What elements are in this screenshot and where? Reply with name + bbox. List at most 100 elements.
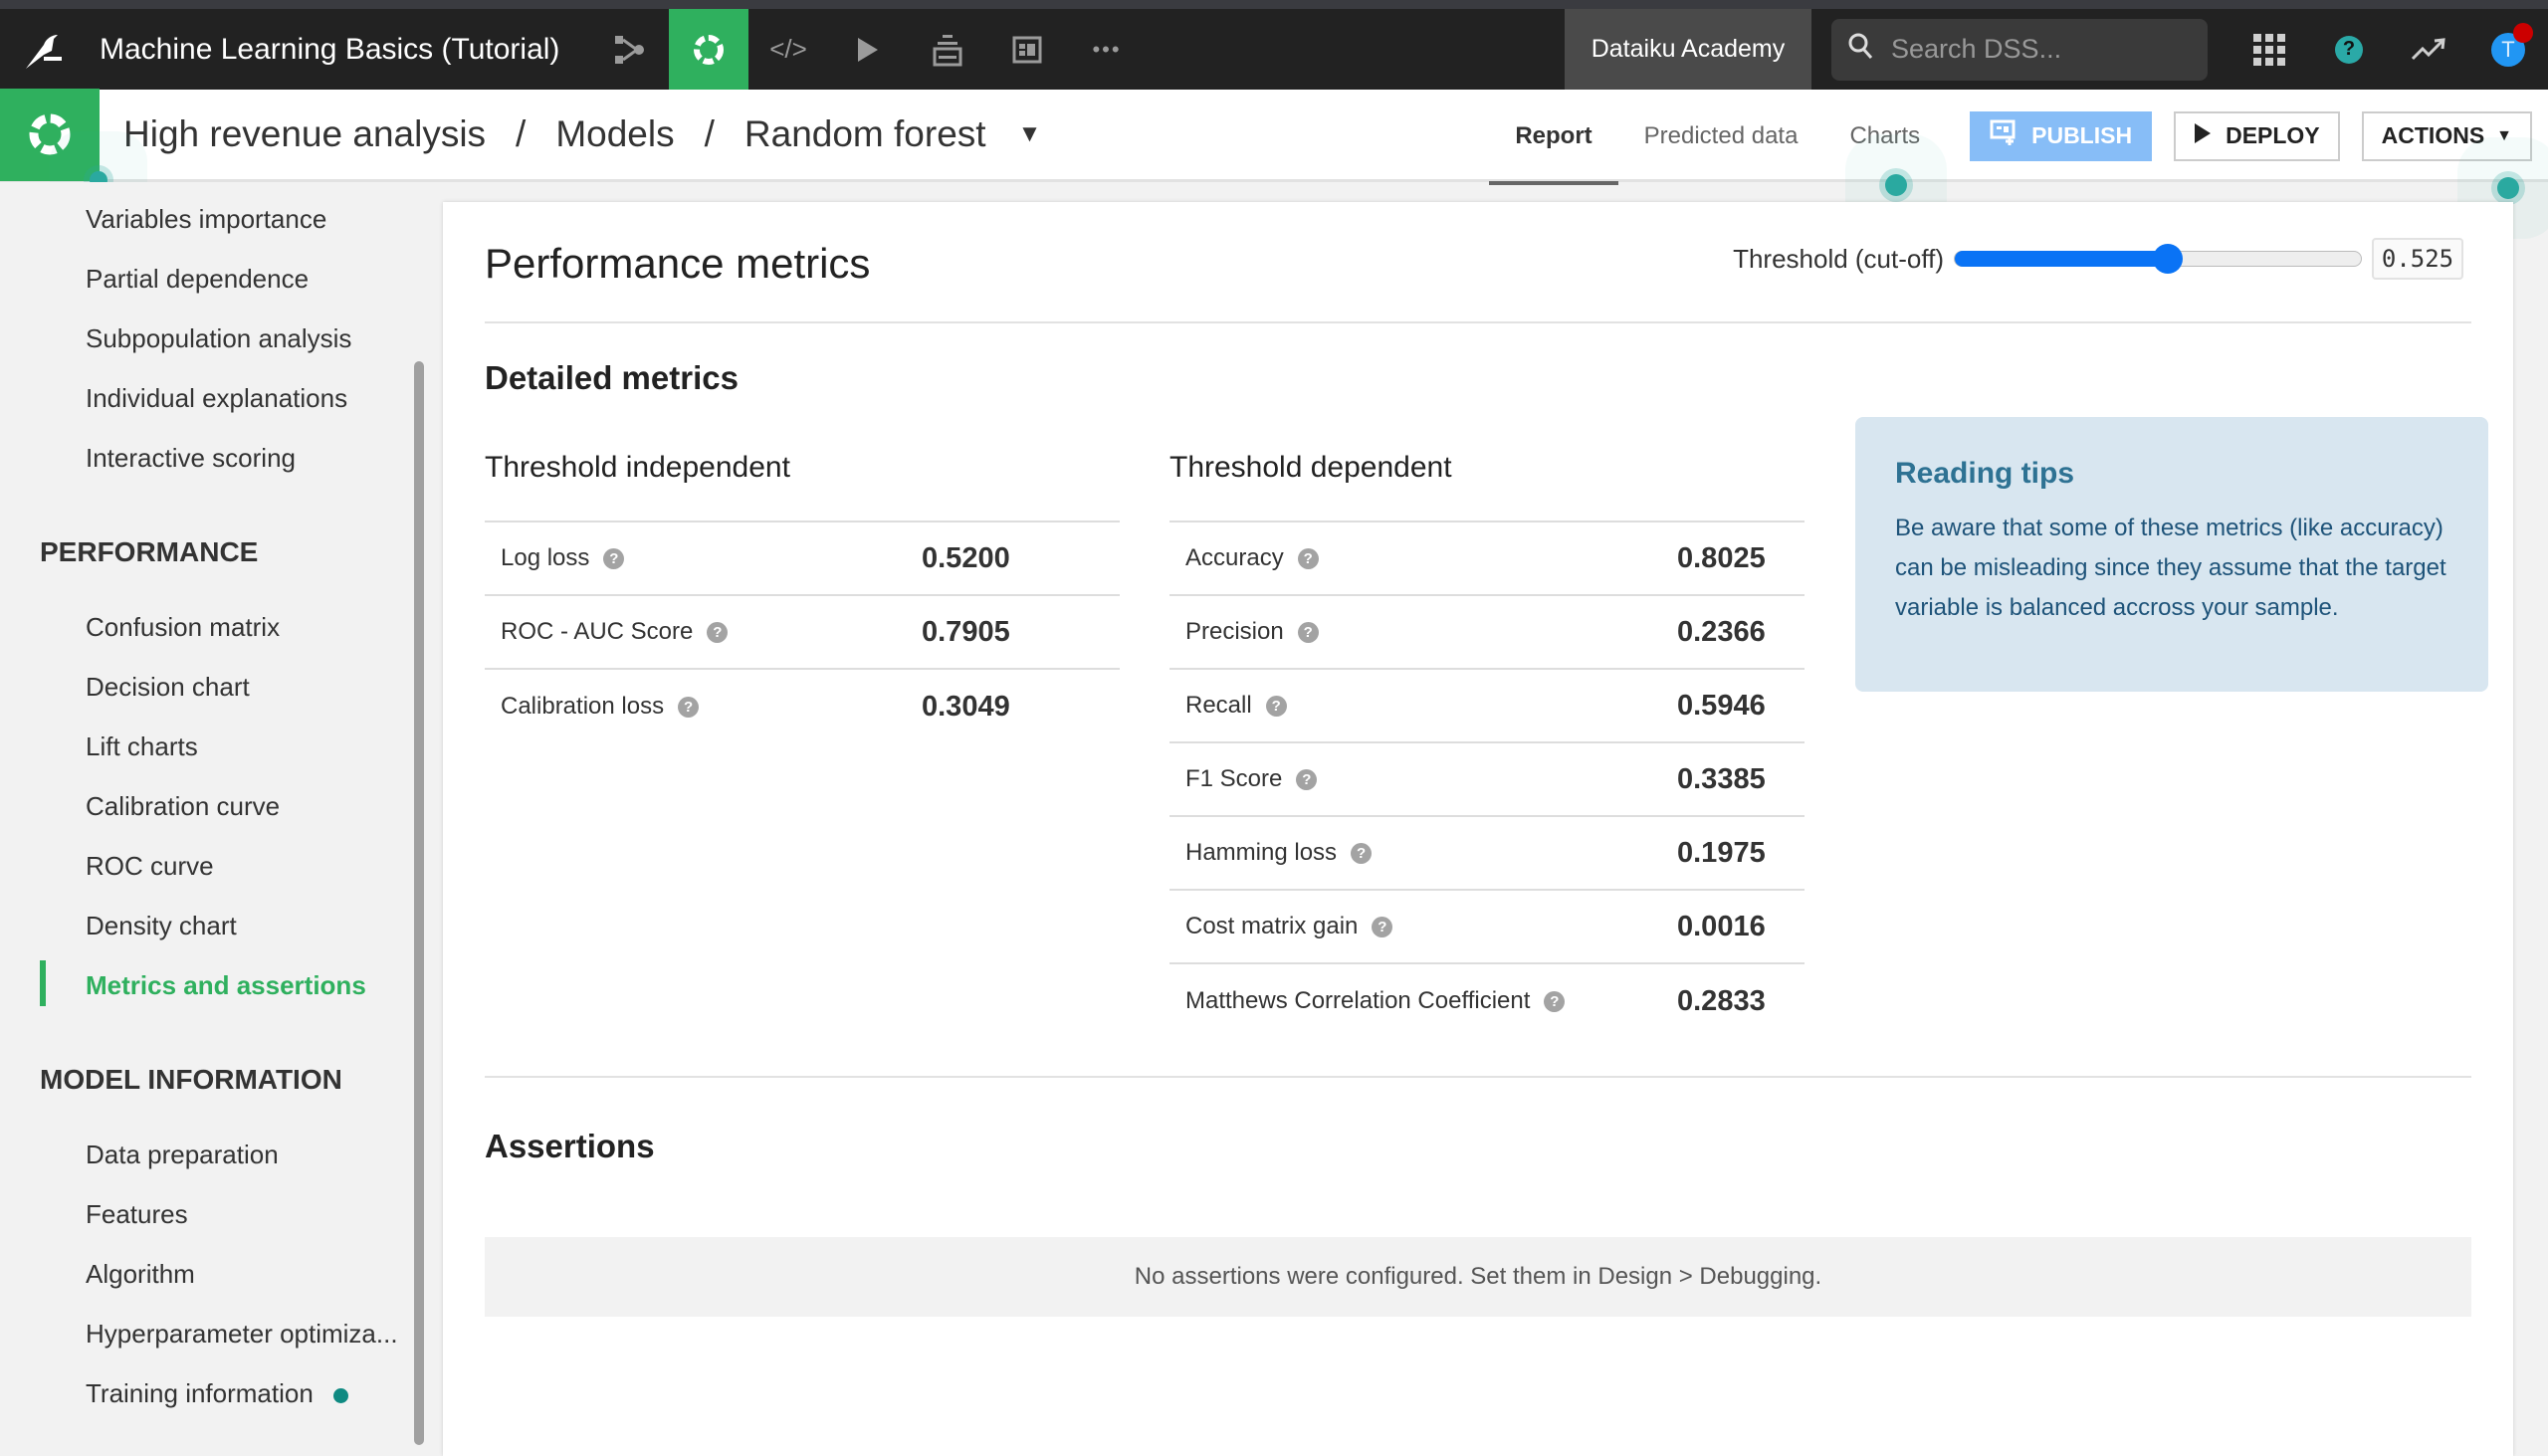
detailed-metrics-heading: Detailed metrics [485,359,739,396]
help-icon[interactable]: ? [1297,547,1319,569]
metric-value: 0.3049 [922,690,1010,723]
sidebar-item-subpopulation-analysis[interactable]: Subpopulation analysis [86,323,351,354]
actions-label: ACTIONS [2381,122,2485,148]
page-title: Performance metrics [485,240,871,287]
help-icon[interactable]: ? [1296,768,1318,790]
tour-beacon[interactable] [1885,174,1907,196]
assertions-heading: Assertions [485,1128,655,1164]
tab-charts[interactable]: Charts [1823,90,1946,182]
sidebar-item-decision-chart[interactable]: Decision chart [86,672,250,703]
table-row: ROC - AUC Score? 0.7905 [485,596,1120,670]
sidebar-header-model-information: MODEL INFORMATION [40,1064,342,1095]
status-dot-icon [332,1387,348,1403]
sidebar-item-roc-curve[interactable]: ROC curve [86,851,214,882]
help-icon[interactable]: ? [1351,842,1373,864]
metric-value: 0.5200 [922,541,1010,574]
table-row: Calibration loss? 0.3049 [485,670,1120,743]
sidebar-item-individual-explanations[interactable]: Individual explanations [86,383,347,414]
threshold-slider[interactable] [1954,244,2362,274]
deploy-label: DEPLOY [2226,122,2320,148]
tab-predicted-data[interactable]: Predicted data [1618,90,1824,182]
more-icon[interactable]: ••• [1067,9,1147,90]
help-icon[interactable]: ? [707,621,729,643]
breadcrumb-separator: / [704,113,715,154]
sidebar-item-partial-dependence[interactable]: Partial dependence [86,264,309,295]
apps-grid-icon[interactable] [2230,9,2309,90]
sidebar-item-calibration-curve[interactable]: Calibration curve [86,791,280,822]
help-icon[interactable]: ? [678,696,700,718]
metric-label: F1 Score [1185,765,1283,792]
breadcrumb-models[interactable]: Models [555,113,674,155]
metric-label: Precision [1185,618,1284,645]
ml-icon[interactable] [669,9,748,90]
help-icon[interactable]: ? [1265,695,1287,717]
metric-label: Recall [1185,692,1252,719]
help-icon[interactable]: ? [1372,916,1393,937]
search-box[interactable] [1831,18,2208,81]
threshold-slider-handle[interactable] [2153,244,2184,274]
metric-label: Cost matrix gain [1185,913,1359,939]
sidebar-item-confusion-matrix[interactable]: Confusion matrix [86,612,280,643]
metric-label: ROC - AUC Score [501,618,694,645]
tour-beacon[interactable] [2497,177,2519,199]
sidebar-item-metrics-and-assertions[interactable]: Metrics and assertions [86,970,366,1001]
table-row: Precision? 0.2366 [1169,596,1805,670]
sidebar-scrollbar[interactable] [414,361,424,1445]
publish-button[interactable]: PUBLISH [1970,110,2153,161]
trend-icon[interactable] [2389,9,2468,90]
help-icon[interactable]: ? [1297,621,1319,643]
user-avatar[interactable]: T [2468,9,2548,90]
code-icon[interactable]: </> [748,9,828,90]
assertions-empty-message: No assertions were configured. Set them … [485,1237,2471,1317]
model-dropdown-caret-icon[interactable]: ▼ [1018,120,1042,148]
window-chrome [0,0,2548,9]
publish-icon [1990,119,2017,153]
breadcrumb-separator: / [516,113,527,154]
model-header: High revenue analysis / Models / Random … [0,88,2548,185]
flow-icon[interactable] [589,9,669,90]
sidebar-item-variables-importance[interactable]: Variables importance [86,204,326,235]
sidebar-header-performance: PERFORMANCE [40,536,259,567]
table-row: Matthews Correlation Coefficient? 0.2833 [1169,964,1805,1038]
metric-value: 0.2366 [1677,615,1766,648]
help-icon[interactable]: ? [2309,9,2389,90]
dataiku-logo-icon[interactable] [0,9,86,90]
breadcrumb-analysis[interactable]: High revenue analysis [123,113,486,155]
tab-report[interactable]: Report [1489,90,1619,185]
table-row: Log loss? 0.5200 [485,522,1120,596]
help-icon[interactable]: ? [603,547,625,569]
search-icon [1847,32,1891,67]
table-row: F1 Score? 0.3385 [1169,743,1805,817]
training-information-label: Training information [86,1378,314,1408]
sidebar-item-algorithm[interactable]: Algorithm [86,1259,195,1290]
sidebar-item-data-preparation[interactable]: Data preparation [86,1140,279,1170]
threshold-dependent-heading: Threshold dependent [1169,451,1452,484]
metric-label: Hamming loss [1185,839,1338,866]
notification-dot [2513,22,2533,43]
academy-link[interactable]: Dataiku Academy [1565,9,1811,90]
help-icon[interactable]: ? [1544,990,1566,1012]
sidebar-item-features[interactable]: Features [86,1199,188,1230]
actions-button[interactable]: ACTIONS ▼ [2361,110,2532,161]
avatar-letter: T [2501,36,2515,62]
metric-label: Calibration loss [501,693,665,720]
sidebar-item-density-chart[interactable]: Density chart [86,911,237,941]
threshold-control: Threshold (cut-off) 0.525 [1733,238,2463,280]
project-title[interactable]: Machine Learning Basics (Tutorial) [100,33,589,67]
threshold-value-input[interactable]: 0.525 [2372,238,2463,280]
sidebar-item-training-information[interactable]: Training information [86,1378,348,1409]
dashboard-icon[interactable] [987,9,1067,90]
divider [485,321,2471,323]
sidebar-item-interactive-scoring[interactable]: Interactive scoring [86,443,296,474]
metric-label: Accuracy [1185,544,1284,571]
stack-icon[interactable] [908,9,987,90]
sidebar-item-hyperparameter-optimization[interactable]: Hyperparameter optimiza... [86,1319,398,1350]
run-icon[interactable] [828,9,908,90]
reading-tips-body: Be aware that some of these metrics (lik… [1895,515,2446,621]
breadcrumb-model[interactable]: Random forest [744,113,986,155]
reading-tips-title: Reading tips [1895,457,2075,490]
sidebar-item-lift-charts[interactable]: Lift charts [86,731,198,762]
deploy-button[interactable]: DEPLOY [2174,110,2340,161]
search-input[interactable] [1891,34,2180,65]
metric-value: 0.0016 [1677,910,1766,942]
